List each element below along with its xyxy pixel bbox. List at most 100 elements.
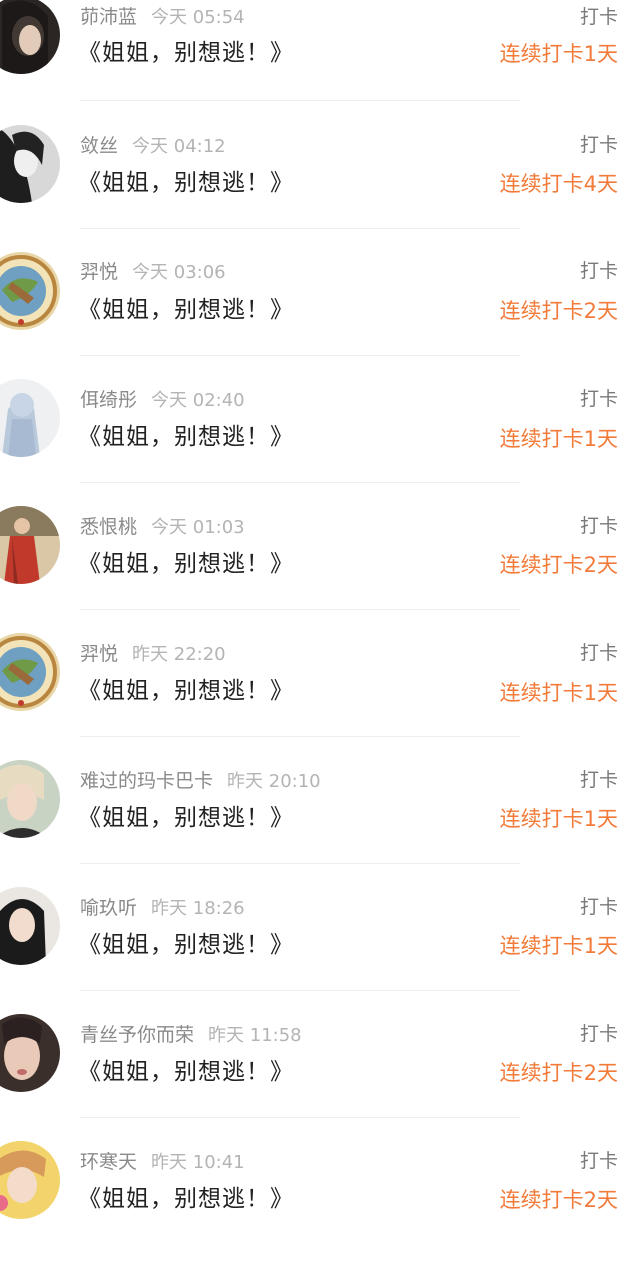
checkin-label: 打卡 [579, 515, 618, 537]
timestamp: 今天 05:54 [151, 7, 245, 28]
avatar-face-portrait-icon [0, 1014, 60, 1092]
book-title[interactable]: 《姐姐，别想逃！》 [78, 1055, 294, 1089]
checkin-label: 打卡 [579, 642, 618, 664]
divider [80, 482, 520, 483]
meta-line: 羿悦 今天 03:06 [80, 257, 226, 287]
meta-line: 环寒天 昨天 10:41 [80, 1147, 245, 1177]
list-item[interactable]: 敛丝 今天 04:12 《姐姐，别想逃！》 打卡 连续打卡4天 [0, 107, 640, 234]
checkin-label: 打卡 [579, 896, 618, 918]
meta-line: 茆沛蓝 今天 05:54 [80, 2, 245, 32]
meta-line: 难过的玛卡巴卡 昨天 20:10 [80, 766, 321, 796]
list-item[interactable]: 茆沛蓝 今天 05:54 《姐姐，别想逃！》 打卡 连续打卡1天 [0, 0, 640, 107]
streak-label: 连续打卡1天 [499, 42, 618, 66]
checkin-feed: 茆沛蓝 今天 05:54 《姐姐，别想逃！》 打卡 连续打卡1天 敛丝 今天 04:… [0, 0, 640, 1266]
list-item[interactable]: 喻玖听 昨天 18:26 《姐姐，别想逃！》 打卡 连续打卡1天 [0, 869, 640, 996]
username[interactable]: 羿悦 [80, 643, 118, 665]
list-item[interactable]: 难过的玛卡巴卡 昨天 20:10 《姐姐，别想逃！》 打卡 连续打卡1天 [0, 742, 640, 869]
meta-line: 羿悦 昨天 22:20 [80, 639, 226, 669]
list-item[interactable]: 环寒天 昨天 10:41 《姐姐，别想逃！》 打卡 连续打卡2天 [0, 1123, 640, 1250]
checkin-label: 打卡 [579, 6, 618, 28]
avatar[interactable] [0, 252, 60, 330]
streak-label: 连续打卡2天 [499, 299, 618, 323]
book-title[interactable]: 《姐姐，别想逃！》 [78, 1182, 294, 1216]
avatar[interactable] [0, 760, 60, 838]
username[interactable]: 茆沛蓝 [80, 6, 137, 28]
book-title[interactable]: 《姐姐，别想逃！》 [78, 36, 294, 70]
book-title[interactable]: 《姐姐，别想逃！》 [78, 420, 294, 454]
avatar[interactable] [0, 1141, 60, 1219]
username[interactable]: 敛丝 [80, 135, 118, 157]
book-title[interactable]: 《姐姐，别想逃！》 [78, 928, 294, 962]
timestamp: 昨天 10:41 [151, 1152, 245, 1173]
timestamp: 昨天 18:26 [151, 898, 245, 919]
username[interactable]: 环寒天 [80, 1151, 137, 1173]
checkin-label: 打卡 [579, 134, 618, 156]
timestamp: 今天 01:03 [151, 517, 245, 538]
avatar-dark-hair-portrait-icon [0, 887, 60, 965]
username[interactable]: 羿悦 [80, 261, 118, 283]
streak-label: 连续打卡4天 [499, 172, 618, 196]
username[interactable]: 青丝予你而荣 [80, 1024, 194, 1046]
avatar-emblem-icon [0, 633, 60, 711]
avatar-blue-figure-icon [0, 379, 60, 457]
avatar[interactable] [0, 633, 60, 711]
streak-label: 连续打卡2天 [499, 1188, 618, 1212]
streak-label: 连续打卡1天 [499, 934, 618, 958]
book-title[interactable]: 《姐姐，别想逃！》 [78, 674, 294, 708]
avatar-yellow-portrait-icon [0, 1141, 60, 1219]
list-item[interactable]: 青丝予你而荣 昨天 11:58 《姐姐，别想逃！》 打卡 连续打卡2天 [0, 996, 640, 1123]
timestamp: 今天 02:40 [151, 390, 245, 411]
timestamp: 昨天 22:20 [132, 644, 226, 665]
avatar-red-figure-icon [0, 506, 60, 584]
meta-line: 悉恨桃 今天 01:03 [80, 512, 245, 542]
streak-label: 连续打卡2天 [499, 1061, 618, 1085]
divider [80, 609, 520, 610]
streak-label: 连续打卡1天 [499, 807, 618, 831]
avatar-emblem-icon [0, 252, 60, 330]
timestamp: 昨天 11:58 [208, 1025, 302, 1046]
avatar[interactable] [0, 379, 60, 457]
divider [80, 1117, 520, 1118]
meta-line: 青丝予你而荣 昨天 11:58 [80, 1020, 302, 1050]
checkin-label: 打卡 [579, 769, 618, 791]
timestamp: 昨天 20:10 [227, 771, 321, 792]
divider [80, 736, 520, 737]
list-item[interactable]: 悉恨桃 今天 01:03 《姐姐，别想逃！》 打卡 连续打卡2天 [0, 488, 640, 615]
avatar[interactable] [0, 1014, 60, 1092]
list-item[interactable]: 羿悦 今天 03:06 《姐姐，别想逃！》 打卡 连续打卡2天 [0, 234, 640, 361]
divider [80, 990, 520, 991]
username[interactable]: 喻玖听 [80, 897, 137, 919]
book-title[interactable]: 《姐姐，别想逃！》 [78, 547, 294, 581]
divider [80, 863, 520, 864]
book-title[interactable]: 《姐姐，别想逃！》 [78, 801, 294, 835]
username[interactable]: 佴绮彤 [80, 389, 137, 411]
avatar[interactable] [0, 125, 60, 203]
book-title[interactable]: 《姐姐，别想逃！》 [78, 166, 294, 200]
timestamp: 今天 03:06 [132, 262, 226, 283]
list-item[interactable]: 佴绮彤 今天 02:40 《姐姐，别想逃！》 打卡 连续打卡1天 [0, 361, 640, 488]
avatar[interactable] [0, 0, 60, 74]
avatar[interactable] [0, 506, 60, 584]
streak-label: 连续打卡1天 [499, 681, 618, 705]
avatar-bw-portrait-icon [0, 125, 60, 203]
meta-line: 敛丝 今天 04:12 [80, 131, 226, 161]
avatar-light-portrait-icon [0, 760, 60, 838]
avatar-dark-portrait-icon [0, 0, 60, 74]
meta-line: 佴绮彤 今天 02:40 [80, 385, 245, 415]
checkin-label: 打卡 [579, 388, 618, 410]
list-item[interactable]: 羿悦 昨天 22:20 《姐姐，别想逃！》 打卡 连续打卡1天 [0, 615, 640, 742]
book-title[interactable]: 《姐姐，别想逃！》 [78, 293, 294, 327]
username[interactable]: 悉恨桃 [80, 516, 137, 538]
avatar[interactable] [0, 887, 60, 965]
checkin-label: 打卡 [579, 260, 618, 282]
streak-label: 连续打卡2天 [499, 553, 618, 577]
timestamp: 今天 04:12 [132, 136, 226, 157]
meta-line: 喻玖听 昨天 18:26 [80, 893, 245, 923]
divider [80, 355, 520, 356]
streak-label: 连续打卡1天 [499, 427, 618, 451]
divider [80, 100, 520, 101]
divider [80, 228, 520, 229]
username[interactable]: 难过的玛卡巴卡 [80, 770, 213, 792]
checkin-label: 打卡 [579, 1150, 618, 1172]
checkin-label: 打卡 [579, 1023, 618, 1045]
